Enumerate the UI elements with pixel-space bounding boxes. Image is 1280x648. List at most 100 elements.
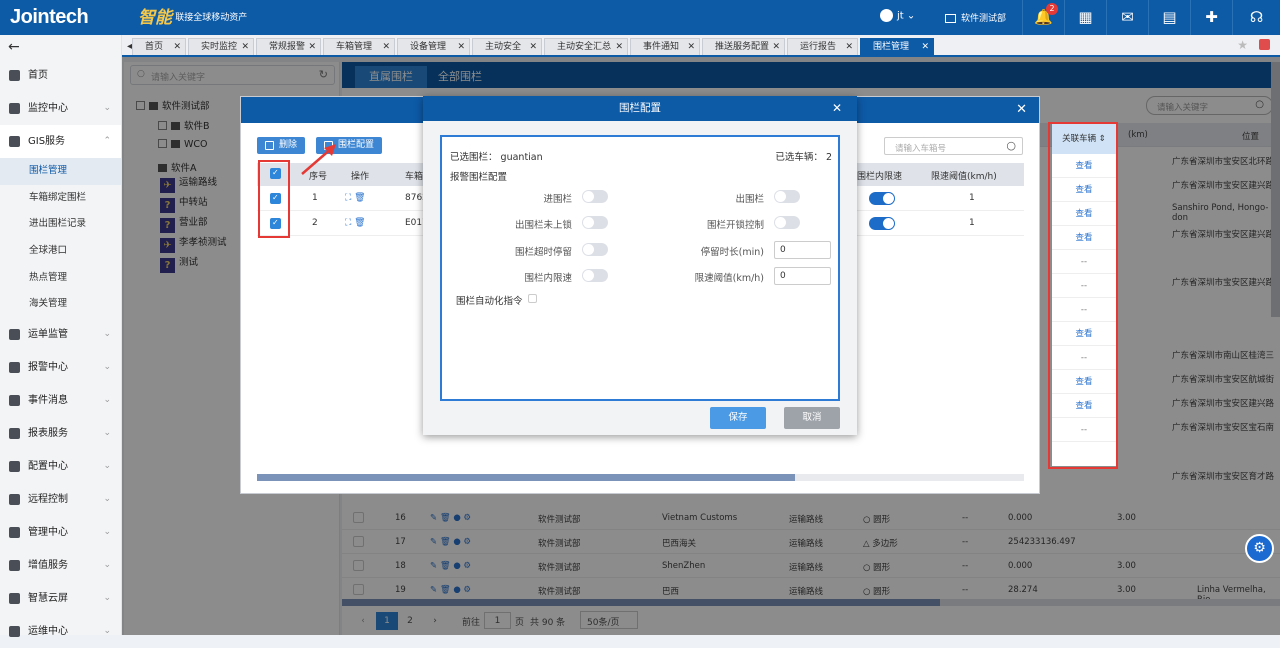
vehicle-search-input[interactable]: 请输入车箱号 ○: [884, 137, 1023, 155]
close-all-tabs-icon[interactable]: [1259, 39, 1270, 50]
submenu-item[interactable]: 全球港口: [0, 238, 121, 265]
tab-close-icon[interactable]: ✕: [529, 39, 537, 55]
headset-icon[interactable]: ☊: [1232, 0, 1280, 35]
submenu-item[interactable]: 进出围栏记录: [0, 211, 121, 238]
top-bar: Jointech 智能 联接全球移动资产 jt ⌄ 软件测试部 🔔 2 ▦ ✉ ▤…: [0, 0, 1280, 35]
page-tab[interactable]: 主动安全汇总 ✕: [544, 38, 628, 55]
page-tab[interactable]: 围栏管理 ✕: [860, 38, 934, 55]
tab-close-icon[interactable]: ✕: [173, 39, 181, 55]
submenu-item[interactable]: 海关管理: [0, 291, 121, 318]
view-vehicles-link[interactable]: --: [1052, 274, 1116, 298]
annotation-arrow-icon: [301, 144, 336, 175]
calendar-icon[interactable]: ▦: [1064, 0, 1106, 35]
close-icon[interactable]: ✕: [832, 96, 842, 121]
puzzle-icon[interactable]: ✚: [1190, 0, 1232, 35]
sidebar-item-home[interactable]: 首页: [0, 59, 121, 92]
events-icon: [9, 395, 20, 407]
settings-float-icon[interactable]: ⚙: [1245, 534, 1274, 563]
submenu-item[interactable]: 围栏管理: [0, 158, 121, 185]
stay-time-input[interactable]: 0: [774, 241, 831, 259]
page-tab[interactable]: 主动安全 ✕: [472, 38, 542, 55]
exit-fence-switch[interactable]: [774, 190, 800, 203]
page-tab[interactable]: 推送服务配置 ✕: [702, 38, 785, 55]
reports-icon: [9, 428, 20, 440]
view-vehicles-link[interactable]: --: [1052, 418, 1116, 442]
save-button[interactable]: 保存: [710, 407, 766, 429]
tab-close-icon[interactable]: ✕: [687, 39, 695, 55]
sidebar-item-ops[interactable]: 运维中心 ⌄: [0, 615, 121, 648]
tab-close-icon[interactable]: ✕: [382, 39, 390, 55]
view-vehicles-link[interactable]: 查看: [1052, 202, 1116, 226]
ops-icon: [9, 626, 20, 638]
close-icon[interactable]: ✕: [1016, 102, 1027, 117]
sidebar-item-config[interactable]: 配置中心 ⌄: [0, 450, 121, 483]
sidebar-item-reports[interactable]: 报表服务 ⌄: [0, 417, 121, 450]
linked-vehicles-header[interactable]: 关联车辆 ⇕: [1052, 124, 1116, 154]
view-vehicles-link[interactable]: 查看: [1052, 322, 1116, 346]
overstay-switch[interactable]: [582, 243, 608, 256]
gis-icon: [9, 136, 20, 147]
inner-limit-toggle[interactable]: [869, 217, 895, 230]
page-tab[interactable]: 运行报告 ✕: [787, 38, 858, 55]
fence-config-form: 已选围栏： guantian 已选车辆： 2 报警围栏配置 进围栏 出围栏 出围…: [440, 135, 840, 401]
tab-close-icon[interactable]: ✕: [308, 39, 316, 55]
tab-close-icon[interactable]: ✕: [457, 39, 465, 55]
row-actions-icon[interactable]: ⛶ 🗑: [345, 193, 366, 203]
sidebar-item-remote[interactable]: 远程控制 ⌄: [0, 483, 121, 516]
home-icon: [9, 70, 20, 81]
view-vehicles-link[interactable]: 查看: [1052, 154, 1116, 178]
trash-icon: [265, 141, 274, 150]
tab-close-icon[interactable]: ✕: [845, 39, 853, 55]
sidebar-item-waybill[interactable]: 运单监管 ⌄: [0, 318, 121, 351]
view-vehicles-link[interactable]: 查看: [1052, 370, 1116, 394]
waybill-icon: [9, 329, 20, 341]
view-vehicles-link[interactable]: 查看: [1052, 226, 1116, 250]
submenu-item[interactable]: 热点管理: [0, 265, 121, 292]
user-menu[interactable]: jt ⌄: [880, 9, 915, 22]
tab-close-icon[interactable]: ✕: [241, 39, 249, 55]
company-icon: [945, 14, 956, 23]
inner-speed-switch[interactable]: [582, 269, 608, 282]
page-tab[interactable]: 设备管理 ✕: [397, 38, 470, 55]
slogan: 智能 联接全球移动资产: [138, 8, 248, 28]
sidebar-item-gis[interactable]: GIS服务 ⌃: [0, 125, 121, 158]
collapse-arrow-icon[interactable]: ←: [0, 35, 121, 59]
view-vehicles-link[interactable]: --: [1052, 298, 1116, 322]
chat-icon[interactable]: ✉: [1106, 0, 1148, 35]
tab-close-icon[interactable]: ✕: [921, 39, 929, 55]
schedule-icon[interactable]: ▤: [1148, 0, 1190, 35]
company-switch[interactable]: 软件测试部: [945, 11, 1006, 24]
view-vehicles-link[interactable]: 查看: [1052, 178, 1116, 202]
page-tab[interactable]: 车箱管理 ✕: [323, 38, 395, 55]
notify-badge: 2: [1046, 3, 1058, 15]
sidebar-item-manage[interactable]: 管理中心 ⌄: [0, 516, 121, 549]
submenu-item[interactable]: 车箱绑定围栏: [0, 185, 121, 212]
sidebar-item-alarm[interactable]: 报警中心 ⌄: [0, 351, 121, 384]
auto-command-checkbox[interactable]: [528, 294, 537, 303]
sidebar-item-events[interactable]: 事件消息 ⌄: [0, 384, 121, 417]
tab-close-icon[interactable]: ✕: [615, 39, 623, 55]
cancel-button[interactable]: 取消: [784, 407, 840, 429]
favorite-star-icon[interactable]: ★: [1237, 38, 1248, 52]
view-vehicles-link[interactable]: --: [1052, 346, 1116, 370]
exit-unlocked-switch[interactable]: [582, 216, 608, 229]
bell-icon[interactable]: 🔔 2: [1022, 0, 1064, 35]
sidebar-item-cloud[interactable]: 智慧云屏 ⌄: [0, 582, 121, 615]
speed-threshold-input[interactable]: 0: [774, 267, 831, 285]
view-vehicles-link[interactable]: --: [1052, 250, 1116, 274]
page-tab[interactable]: 首页 ✕: [132, 38, 186, 55]
monitor-icon: [9, 103, 20, 114]
page-tabs: ◂ 首页 ✕ 实时监控 ✕ 常规报警 ✕ 车箱管理 ✕ 设备管理 ✕ 主动安全 ✕ 主动安全汇总 ✕ 事件通…: [122, 35, 1280, 57]
page-tab[interactable]: 实时监控 ✕: [188, 38, 254, 55]
row-actions-icon[interactable]: ⛶ 🗑: [345, 218, 366, 228]
sidebar-item-vas[interactable]: 增值服务 ⌄: [0, 549, 121, 582]
tab-close-icon[interactable]: ✕: [772, 39, 780, 55]
view-vehicles-link[interactable]: 查看: [1052, 394, 1116, 418]
page-tab[interactable]: 事件通知 ✕: [630, 38, 700, 55]
dialog-scrollbar[interactable]: [257, 474, 1024, 481]
unlock-control-switch[interactable]: [774, 216, 800, 229]
inner-limit-toggle[interactable]: [869, 192, 895, 205]
sidebar-item-monitor[interactable]: 监控中心 ⌄: [0, 92, 121, 125]
enter-fence-switch[interactable]: [582, 190, 608, 203]
page-tab[interactable]: 常规报警 ✕: [256, 38, 321, 55]
